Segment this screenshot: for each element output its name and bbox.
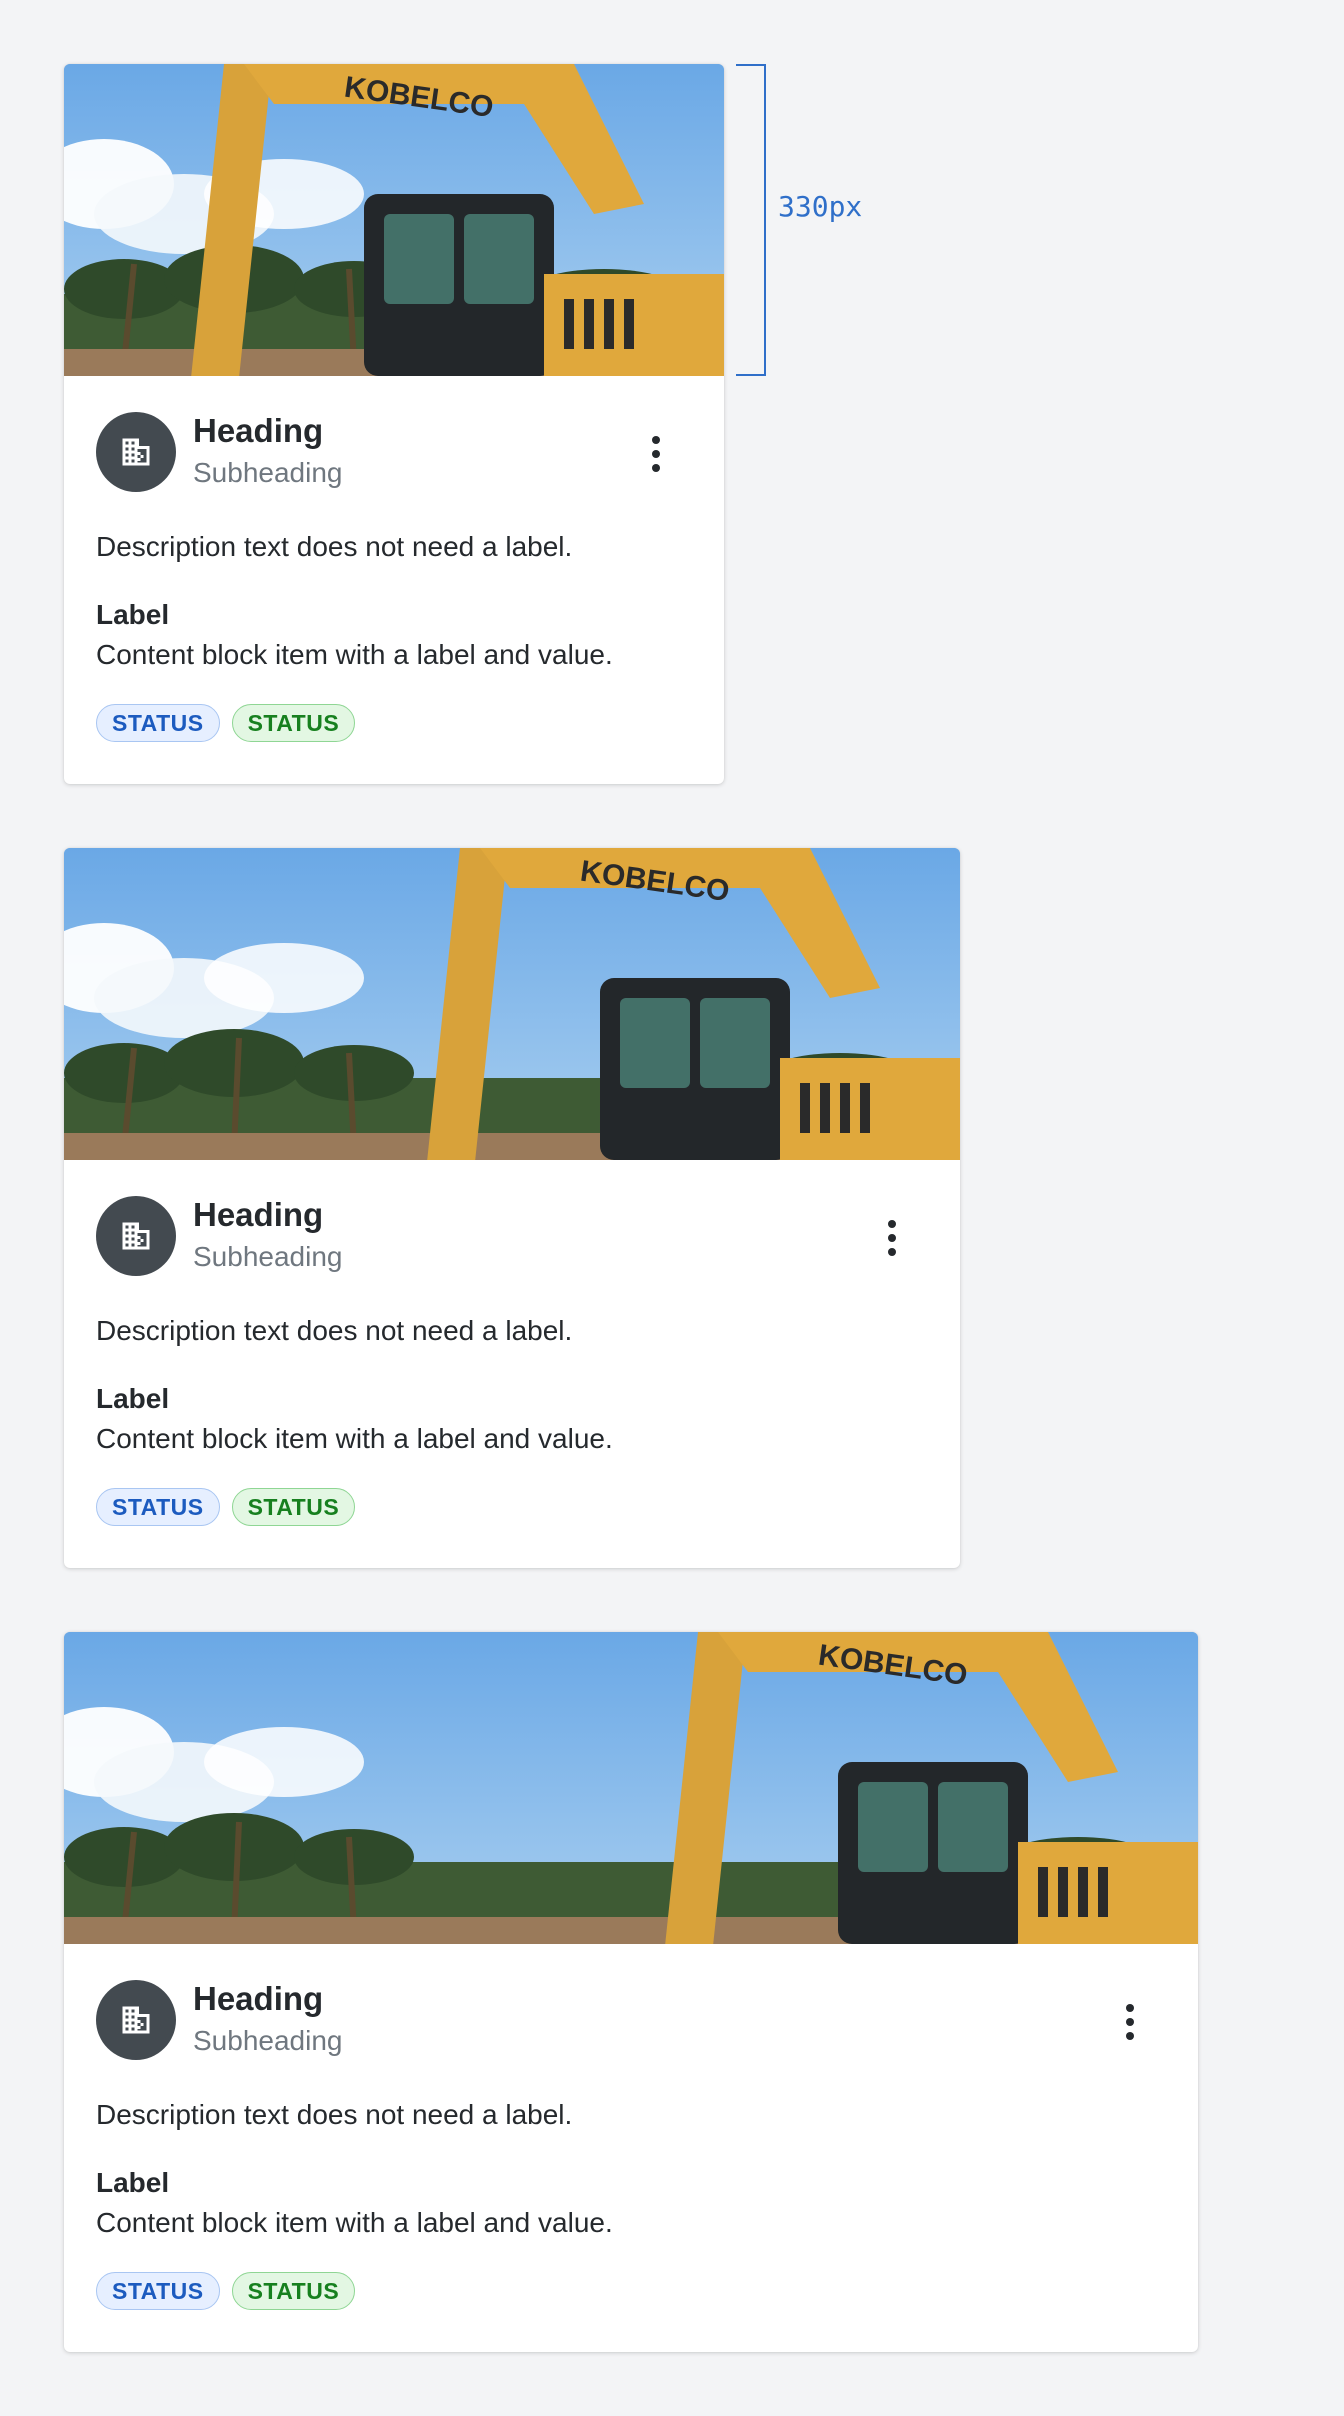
- image-height-label: 330px: [778, 190, 863, 223]
- card-header: Heading Subheading: [96, 412, 692, 492]
- card-2: KOBELCO Heading Subheading Description t…: [64, 848, 960, 1568]
- more-vertical-icon[interactable]: [634, 428, 678, 480]
- card-heading: Heading: [193, 1980, 324, 2017]
- status-badge-blue: STATUS: [96, 704, 220, 742]
- card-heading: Heading: [193, 412, 324, 449]
- status-tags: STATUS STATUS: [96, 2272, 1166, 2310]
- content-value: Content block item with a label and valu…: [96, 1423, 613, 1454]
- image-height-bracket: [736, 64, 766, 376]
- building-icon: [96, 412, 176, 492]
- card-description: Description text does not need a label.: [96, 531, 573, 562]
- card-description: Description text does not need a label.: [96, 1315, 573, 1346]
- more-vertical-icon[interactable]: [1108, 1996, 1152, 2048]
- card-1: KOBELCO Heading Subheading Description t…: [64, 64, 724, 784]
- card-heading: Heading: [193, 1196, 324, 1233]
- status-tags: STATUS STATUS: [96, 1488, 928, 1526]
- status-badge-blue: STATUS: [96, 2272, 220, 2310]
- content-label: Label: [96, 2167, 170, 2198]
- status-tags: STATUS STATUS: [96, 704, 692, 742]
- content-label: Label: [96, 1383, 170, 1414]
- card-image: KOBELCO: [64, 64, 724, 376]
- content-value: Content block item with a label and valu…: [96, 2207, 613, 2238]
- card-subheading: Subheading: [193, 457, 343, 488]
- more-vertical-icon[interactable]: [870, 1212, 914, 1264]
- card-body: Heading Subheading Description text does…: [64, 1160, 960, 1526]
- building-icon: [96, 1196, 176, 1276]
- card-body: Heading Subheading Description text does…: [64, 376, 724, 742]
- status-badge-green: STATUS: [231, 1488, 356, 1526]
- status-badge-blue: STATUS: [96, 1488, 220, 1526]
- card-image: KOBELCO: [64, 848, 960, 1160]
- card-header: Heading Subheading: [96, 1196, 928, 1276]
- content-value: Content block item with a label and valu…: [96, 639, 613, 670]
- card-subheading: Subheading: [193, 1241, 343, 1272]
- card-description: Description text does not need a label.: [96, 2099, 573, 2130]
- status-badge-green: STATUS: [231, 704, 356, 742]
- card-header: Heading Subheading: [96, 1980, 1166, 2060]
- building-icon: [96, 1980, 176, 2060]
- card-3: KOBELCO Heading Subheading Description t…: [64, 1632, 1198, 2352]
- card-subheading: Subheading: [193, 2025, 343, 2056]
- card-image: KOBELCO: [64, 1632, 1198, 1944]
- status-badge-green: STATUS: [231, 2272, 356, 2310]
- content-label: Label: [96, 599, 170, 630]
- card-body: Heading Subheading Description text does…: [64, 1944, 1198, 2310]
